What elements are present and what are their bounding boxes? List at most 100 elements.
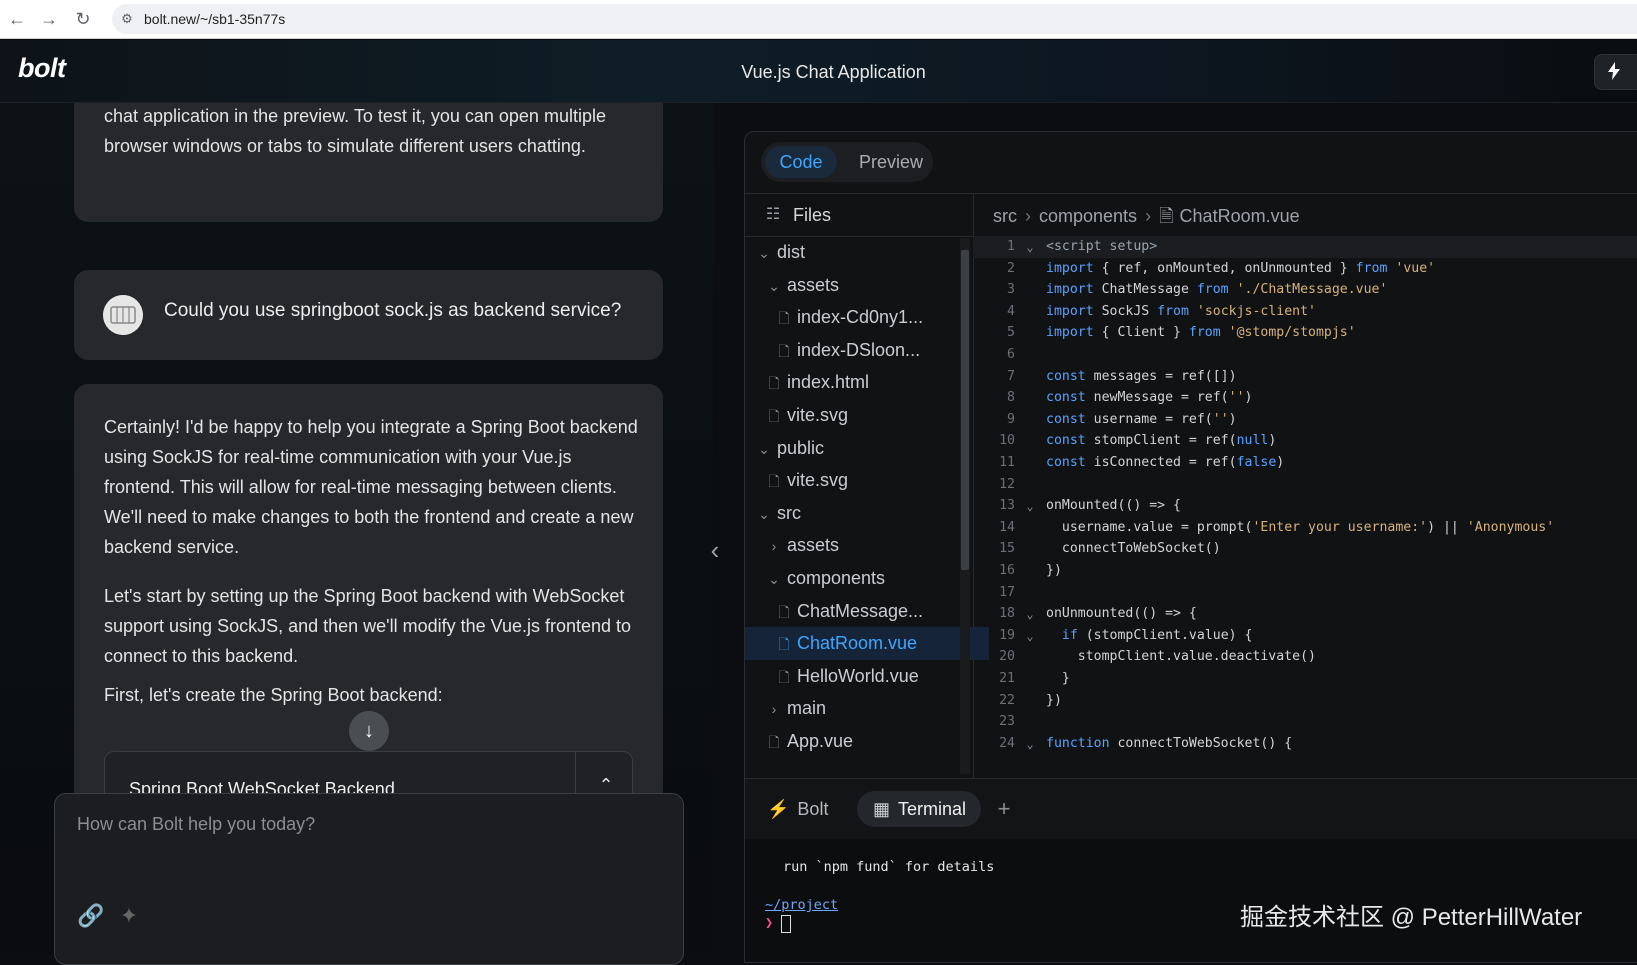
code-line[interactable]: 5 import { Client } from '@stomp/stompjs' [973, 322, 1637, 344]
deploy-button[interactable] [1594, 54, 1637, 90]
code-line[interactable]: 19 ⌄ if (stompClient.value) { [973, 625, 1637, 647]
scrollbar-thumb[interactable] [961, 250, 969, 570]
tree-item-label[interactable]: index-DSloon... [797, 340, 920, 360]
plus-icon[interactable]: + [989, 791, 1019, 827]
code-line[interactable]: 18 ⌄ onUnmounted(() => { [973, 603, 1637, 625]
code-line[interactable]: 13 ⌄ onMounted(() => { [973, 495, 1637, 517]
fold-chevron-icon[interactable]: ⌄ [1023, 625, 1037, 647]
tree-folder[interactable]: › main [745, 692, 979, 725]
tab-bolt[interactable]: ⚡ Bolt [767, 791, 847, 827]
tree-file[interactable]: 🗋 index-Cd0ny1... [745, 301, 989, 334]
code-text[interactable]: const newMessage = ref('') [1046, 387, 1252, 409]
prompt-input[interactable] [75, 812, 659, 916]
code-text[interactable]: const username = ref('') [1046, 409, 1237, 431]
tree-item-label[interactable]: src [777, 503, 801, 523]
tree-file[interactable]: 🗋 ChatRoom.vue [745, 627, 989, 661]
arrow-left-icon[interactable]: ← [6, 8, 28, 30]
chevron-left-icon[interactable]: ‹ [705, 535, 725, 565]
code-line[interactable]: 24 ⌄ function connectToWebSocket() { [973, 733, 1637, 755]
code-line[interactable]: 15 connectToWebSocket() [973, 538, 1637, 560]
code-text[interactable]: import { ref, onMounted, onUnmounted } f… [1046, 258, 1435, 280]
code-line[interactable]: 7 const messages = ref([]) [973, 366, 1637, 388]
code-line[interactable]: 21 } [973, 668, 1637, 690]
code-line[interactable]: 1 ⌄ <script setup> [973, 236, 1637, 259]
tree-file[interactable]: 🗋 vite.svg [745, 464, 979, 497]
tree-folder[interactable]: ⌄ assets [745, 269, 979, 302]
tree-item-label[interactable]: assets [787, 535, 839, 555]
code-text[interactable]: const messages = ref([]) [1046, 366, 1237, 388]
tree-item-label[interactable]: vite.svg [787, 405, 848, 425]
code-line[interactable]: 23 [973, 711, 1637, 733]
arrow-right-icon[interactable]: → [38, 8, 60, 30]
breadcrumb-item[interactable]: src [993, 206, 1017, 226]
tune-icon[interactable]: ⚙ [118, 10, 136, 28]
tree-item-label[interactable]: index.html [787, 372, 869, 392]
tab-terminal[interactable]: ▦ Terminal [857, 791, 981, 827]
code-line[interactable]: 22}) [973, 690, 1637, 712]
code-line[interactable]: 3 import ChatMessage from './ChatMessage.… [973, 279, 1637, 301]
code-text[interactable]: }) [1046, 690, 1062, 712]
tree-file[interactable]: 🗋 vite.svg [745, 399, 979, 432]
code-text[interactable]: } [1046, 668, 1070, 690]
code-line[interactable]: 6 [973, 344, 1637, 366]
tree-item-label[interactable]: public [777, 438, 824, 458]
code-text[interactable]: stompClient.value.deactivate() [1046, 646, 1316, 668]
code-line[interactable]: 16}) [973, 560, 1637, 582]
url-text[interactable]: bolt.new/~/sb1-35n77s [144, 11, 285, 27]
code-line[interactable]: 4 import SockJS from 'sockjs-client' [973, 301, 1637, 323]
code-line[interactable]: 11 const isConnected = ref(false) [973, 452, 1637, 474]
scroll-to-bottom-button[interactable]: ↓ [349, 711, 389, 751]
code-text[interactable]: if (stompClient.value) { [1046, 625, 1253, 647]
code-text[interactable]: const stompClient = ref(null) [1046, 430, 1276, 452]
tab-code[interactable]: Code [765, 146, 837, 178]
tree-item-label[interactable]: ChatMessage... [797, 601, 923, 621]
code-line[interactable]: 20 stompClient.value.deactivate() [973, 646, 1637, 668]
tree-item-label[interactable]: vite.svg [787, 470, 848, 490]
code-text[interactable]: }) [1046, 560, 1062, 582]
tree-item-label[interactable]: App.vue [787, 731, 853, 751]
code-line[interactable]: 2 import { ref, onMounted, onUnmounted } … [973, 258, 1637, 280]
code-text[interactable]: function connectToWebSocket() { [1046, 733, 1292, 755]
tree-file[interactable]: 🗋 index.html [745, 366, 979, 399]
tree-item-label[interactable]: main [787, 698, 826, 718]
code-line[interactable]: 9 const username = ref('') [973, 409, 1637, 431]
tree-folder[interactable]: ⌄ public [745, 432, 969, 465]
address-bar[interactable]: ⚙ bolt.new/~/sb1-35n77s [112, 4, 1637, 34]
code-editor[interactable]: 1 ⌄ <script setup> 2 import { ref, onMounted… [973, 236, 1637, 778]
tree-item-label[interactable]: ChatRoom.vue [797, 633, 917, 653]
tree-folder[interactable]: ⌄ dist [745, 236, 969, 269]
tree-item-label[interactable]: components [787, 568, 885, 588]
reload-icon[interactable]: ↻ [72, 8, 94, 30]
fold-chevron-icon[interactable]: ⌄ [1023, 236, 1037, 258]
code-text[interactable]: username.value = prompt('Enter your user… [1046, 517, 1554, 539]
tree-file[interactable]: 🗋 ChatMessage... [745, 595, 989, 628]
tree-file[interactable]: 🗋 index-DSloon... [745, 334, 989, 367]
code-text[interactable]: onUnmounted(() => { [1046, 603, 1197, 625]
fold-chevron-icon[interactable]: ⌄ [1023, 733, 1037, 755]
breadcrumb-item[interactable]: components [1039, 206, 1137, 226]
tree-item-label[interactable]: index-Cd0ny1... [797, 307, 923, 327]
code-line[interactable]: 17 [973, 582, 1637, 604]
tree-item-label[interactable]: assets [787, 275, 839, 295]
tab-preview[interactable]: Preview [851, 146, 931, 178]
code-text[interactable]: const isConnected = ref(false) [1046, 452, 1284, 474]
tree-folder[interactable]: › assets [745, 529, 979, 562]
fold-chevron-icon[interactable]: ⌄ [1023, 495, 1037, 517]
code-text[interactable]: onMounted(() => { [1046, 495, 1181, 517]
breadcrumb-item[interactable]: ChatRoom.vue [1180, 206, 1300, 226]
sparkle-icon[interactable]: ✦ [117, 904, 141, 928]
code-text[interactable]: import ChatMessage from './ChatMessage.v… [1046, 279, 1387, 301]
tree-file[interactable]: 🗋 App.vue [745, 725, 979, 758]
tab-label[interactable]: Terminal [898, 799, 966, 819]
tree-file[interactable]: 🗋 HelloWorld.vue [745, 660, 989, 693]
tab-label[interactable]: Bolt [797, 799, 828, 819]
tree-item-label[interactable]: HelloWorld.vue [797, 666, 919, 686]
paperclip-icon[interactable]: 🔗 [77, 904, 104, 928]
code-text[interactable]: <script setup> [1046, 236, 1157, 258]
scrollbar[interactable] [960, 238, 970, 774]
fold-chevron-icon[interactable]: ⌄ [1023, 603, 1037, 625]
code-line[interactable]: 8 const newMessage = ref('') [973, 387, 1637, 409]
code-line[interactable]: 14 username.value = prompt('Enter your u… [973, 517, 1637, 539]
code-text[interactable]: import { Client } from '@stomp/stompjs' [1046, 322, 1356, 344]
tree-item-label[interactable]: dist [777, 242, 805, 262]
